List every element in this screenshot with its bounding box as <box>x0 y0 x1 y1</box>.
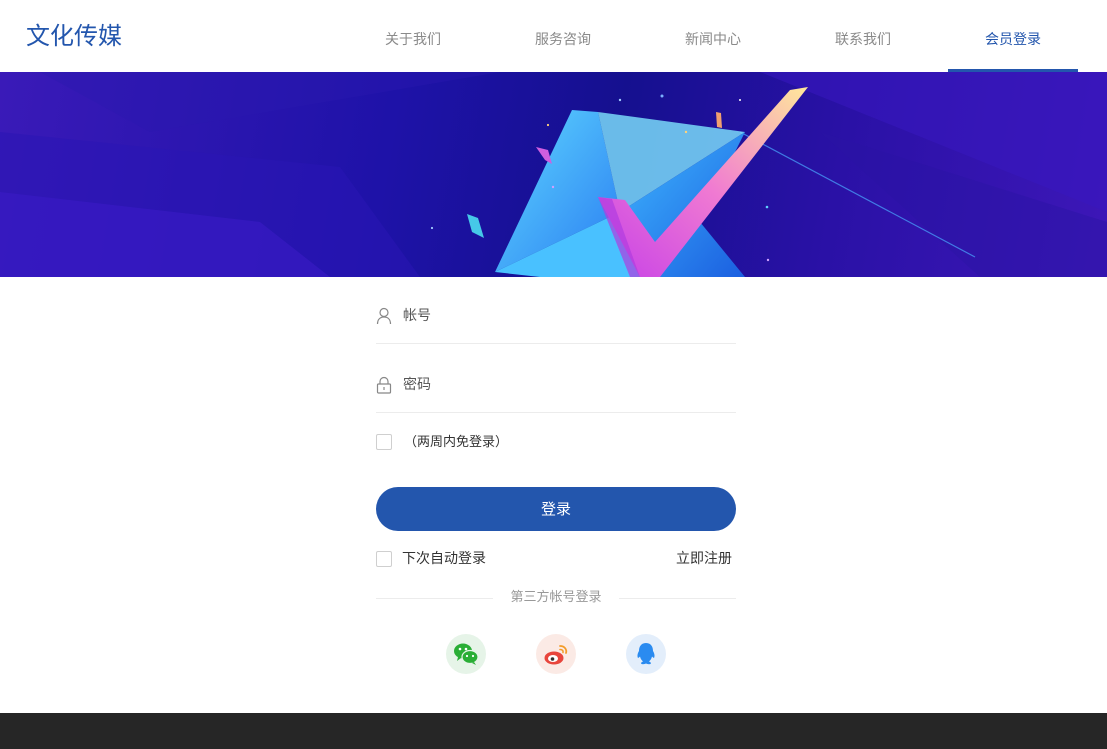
qq-icon <box>637 643 655 665</box>
site-header: 文化传媒 关于我们 服务咨询 新闻中心 联系我们 会员登录 <box>0 0 1107 72</box>
remember-checkbox[interactable] <box>376 434 392 450</box>
qq-login-button[interactable] <box>626 634 666 674</box>
auto-login-label: 下次自动登录 <box>402 551 486 567</box>
nav-item-member-login[interactable]: 会员登录 <box>938 0 1088 72</box>
nav-item-news[interactable]: 新闻中心 <box>638 0 788 72</box>
auto-login-row: 下次自动登录 立即注册 <box>376 550 736 570</box>
login-button[interactable]: 登录 <box>376 487 736 531</box>
hero-banner <box>0 72 1107 277</box>
third-party-divider: 第三方帐号登录 <box>376 589 736 609</box>
wechat-icon <box>454 643 479 665</box>
banner-illustration <box>0 72 1107 277</box>
social-login-buttons <box>376 634 736 674</box>
weibo-icon <box>544 645 568 665</box>
nav-item-about[interactable]: 关于我们 <box>338 0 488 72</box>
password-input[interactable] <box>403 374 723 396</box>
login-form: （两周内免登录） 登录 下次自动登录 立即注册 第三方帐号登录 <box>376 277 736 674</box>
account-field-row <box>376 277 736 344</box>
lock-icon <box>376 376 392 394</box>
main-nav: 关于我们 服务咨询 新闻中心 联系我们 会员登录 <box>338 0 1088 72</box>
site-logo[interactable]: 文化传媒 <box>26 18 122 54</box>
account-input[interactable] <box>403 305 723 327</box>
weibo-login-button[interactable] <box>536 634 576 674</box>
nav-item-contact[interactable]: 联系我们 <box>788 0 938 72</box>
user-icon <box>376 307 392 325</box>
remember-row: （两周内免登录） <box>376 434 736 454</box>
site-footer <box>0 713 1107 749</box>
auto-login-checkbox[interactable] <box>376 551 392 567</box>
nav-item-services[interactable]: 服务咨询 <box>488 0 638 72</box>
password-field-row <box>376 346 736 413</box>
register-link[interactable]: 立即注册 <box>676 550 732 568</box>
wechat-login-button[interactable] <box>446 634 486 674</box>
remember-label: （两周内免登录） <box>404 435 509 450</box>
divider-line-right <box>619 598 736 599</box>
